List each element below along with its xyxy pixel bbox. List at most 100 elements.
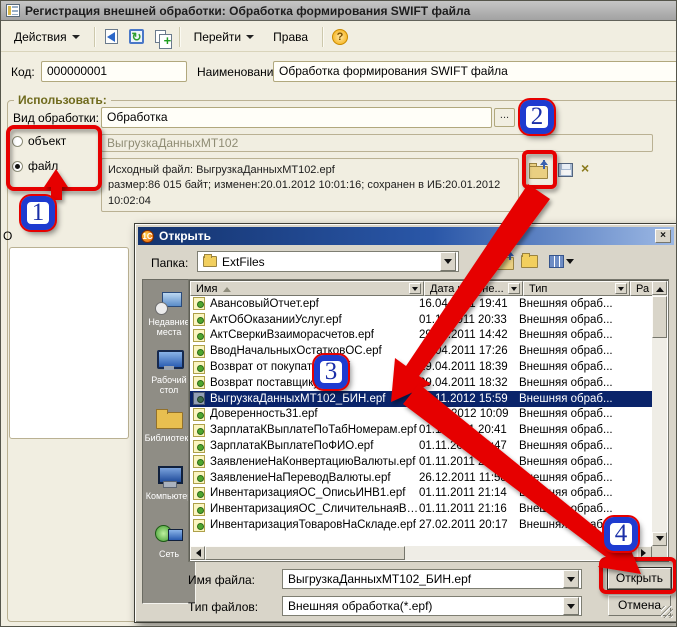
- folder-label: Папка:: [151, 256, 188, 270]
- filter-dropdown-button[interactable]: [615, 283, 627, 294]
- computer-icon: [154, 464, 184, 489]
- filter-dropdown-button[interactable]: [409, 283, 421, 294]
- scroll-down-button[interactable]: [652, 532, 667, 546]
- file-row-selected[interactable]: ВыгрузкаДанныхМТ102_БИН.epf21.11.2012 15…: [190, 391, 652, 407]
- step-badge-3: 3: [314, 355, 348, 389]
- vertical-scrollbar[interactable]: [652, 281, 667, 546]
- file-date: 29.04.2011 18:32: [419, 377, 519, 389]
- source-file-line1: Исходный файл: ВыгрузкаДанныхМТ102.epf: [108, 163, 512, 178]
- open-button[interactable]: Открыть: [608, 568, 671, 589]
- source-file-line3: 10:02:04: [108, 194, 512, 209]
- file-row[interactable]: ИнвентаризацияОС_ОписьИНВ1.epf01.11.2011…: [190, 486, 652, 502]
- file-row[interactable]: АктОбОказанииУслуг.epf01.11.2011 20:33Вн…: [190, 312, 652, 328]
- epf-file-icon: [193, 424, 205, 437]
- file-date: 29.04.2011 14:42: [419, 329, 519, 341]
- file-date: 21.11.2012 15:59: [419, 393, 519, 405]
- radio-circle: [12, 136, 23, 147]
- actions-menu-button[interactable]: Действия: [6, 25, 88, 49]
- code-field[interactable]: 000000001: [41, 61, 187, 82]
- kind-field[interactable]: Обработка: [101, 107, 492, 128]
- file-date: 26.12.2011 11:58: [419, 472, 519, 484]
- resize-grip[interactable]: [661, 606, 673, 618]
- file-date: 29.04.2011 17:26: [419, 345, 519, 357]
- save-button[interactable]: [101, 26, 123, 48]
- radio-object[interactable]: объект: [12, 134, 66, 148]
- up-one-level-icon[interactable]: [495, 253, 515, 270]
- copy-button[interactable]: [151, 26, 173, 48]
- new-folder-icon[interactable]: [521, 255, 538, 268]
- file-name: ИнвентаризацияОС_СличительнаяВед...: [210, 503, 419, 515]
- main-window-icon: [6, 4, 20, 17]
- file-date: 29.04.2011 18:39: [419, 361, 519, 373]
- 1c-logo-icon: 1С: [141, 230, 154, 243]
- file-row[interactable]: ИнвентаризацияОС_СличительнаяВед...01.11…: [190, 501, 652, 517]
- dropdown-button[interactable]: [440, 252, 456, 271]
- back-icon[interactable]: [473, 256, 489, 268]
- scroll-right-button[interactable]: [637, 546, 652, 560]
- dialog-toolbar: [473, 253, 574, 270]
- file-row[interactable]: Возврат от покупателя.epf29.04.2011 18:3…: [190, 359, 652, 375]
- file-date: 01.11.2011 21:14: [419, 487, 519, 499]
- name-field[interactable]: Обработка формирования SWIFT файла: [273, 61, 677, 82]
- floppy-icon: [558, 163, 573, 177]
- file-row[interactable]: АктСверкиВзаиморасчетов.epf29.04.2011 14…: [190, 328, 652, 344]
- close-icon[interactable]: ×: [655, 229, 671, 243]
- desktop-icon: [154, 348, 184, 373]
- file-row[interactable]: Возврат поставщику.epf29.04.2011 18:32Вн…: [190, 375, 652, 391]
- filename-combobox[interactable]: ВыгрузкаДанныхМТ102_БИН.epf: [282, 569, 582, 589]
- scroll-thumb[interactable]: [652, 296, 667, 338]
- kind-choose-button[interactable]: ...: [494, 108, 515, 127]
- file-name: АктСверкиВзаиморасчетов.epf: [210, 329, 419, 341]
- save-icon: [105, 29, 118, 44]
- views-icon: [549, 255, 564, 268]
- help-icon: ?: [332, 29, 348, 45]
- object-name-field[interactable]: ВыгрузкаДанныхМТ102: [101, 134, 653, 152]
- load-from-file-button[interactable]: [528, 159, 550, 181]
- file-date: 01.11.2011 20:33: [419, 314, 519, 326]
- reread-button[interactable]: ↻: [126, 26, 148, 48]
- scroll-left-button[interactable]: [190, 546, 205, 560]
- file-row[interactable]: Доверенность31.epf08.06.2012 10:09Внешня…: [190, 407, 652, 423]
- file-row[interactable]: ЗаявлениеНаПереводВалюты.epf26.12.2011 1…: [190, 470, 652, 486]
- file-row[interactable]: ЗарплатаКВыплатеПоФИО.epf01.11.2011 20:4…: [190, 438, 652, 454]
- file-type: Внешняя обраб...: [519, 377, 652, 389]
- dialog-title: Открыть: [159, 229, 211, 243]
- column-header-type[interactable]: Тип: [523, 281, 630, 296]
- filter-dropdown-button[interactable]: [508, 283, 520, 294]
- rights-button[interactable]: Права: [265, 25, 316, 49]
- column-header-name[interactable]: Имя: [190, 281, 424, 296]
- comment-textarea[interactable]: [9, 247, 129, 439]
- kind-label: Вид обработки:: [13, 111, 99, 125]
- save-to-file-button[interactable]: [558, 163, 573, 177]
- scroll-up-button[interactable]: [652, 281, 667, 295]
- dropdown-button[interactable]: [563, 597, 579, 615]
- clear-file-button[interactable]: ×: [581, 161, 589, 175]
- folder-combobox[interactable]: ExtFiles: [197, 251, 459, 272]
- scroll-thumb[interactable]: [205, 546, 405, 560]
- file-date: 27.02.2011 20:17: [419, 519, 519, 531]
- file-row[interactable]: АвансовыйОтчет.epf16.04.2011 19:41Внешня…: [190, 296, 652, 312]
- epf-file-icon: [193, 361, 205, 374]
- file-row[interactable]: ИнвентаризацияТоваровНаСкладе.epf27.02.2…: [190, 517, 652, 533]
- column-header-date[interactable]: Дата измене...: [424, 281, 523, 296]
- filetype-combobox[interactable]: Внешняя обработка(*.epf): [282, 596, 582, 616]
- source-file-line2: размер:86 015 байт; изменен:20.01.2012 1…: [108, 178, 512, 193]
- file-row[interactable]: ЗаявлениеНаКонвертациюВалюты.epf01.11.20…: [190, 454, 652, 470]
- open-dialog: 1С Открыть × Папка: ExtFiles Недавние ме…: [134, 223, 677, 623]
- goto-menu-button[interactable]: Перейти: [186, 25, 263, 49]
- filename-label: Имя файла:: [188, 573, 255, 587]
- file-row[interactable]: ВводНачальныхОстатковОС.epf29.04.2011 17…: [190, 343, 652, 359]
- radio-file[interactable]: файл: [12, 159, 58, 173]
- chevron-down-icon: [566, 259, 574, 268]
- help-button[interactable]: ?: [329, 26, 351, 48]
- copy-icon: [155, 30, 166, 43]
- horizontal-scrollbar[interactable]: [190, 546, 652, 560]
- file-row[interactable]: ЗарплатаКВыплатеПоТабНомерам.epf01.11.20…: [190, 422, 652, 438]
- main-toolbar: Действия ↻ Перейти Права ?: [1, 22, 677, 52]
- epf-file-icon: [193, 471, 205, 484]
- file-type: Внешняя обраб...: [519, 345, 652, 357]
- views-menu-button[interactable]: [549, 255, 574, 268]
- dropdown-button[interactable]: [563, 570, 579, 588]
- name-label: Наименование:: [197, 65, 284, 79]
- place-label: Сеть: [159, 549, 179, 559]
